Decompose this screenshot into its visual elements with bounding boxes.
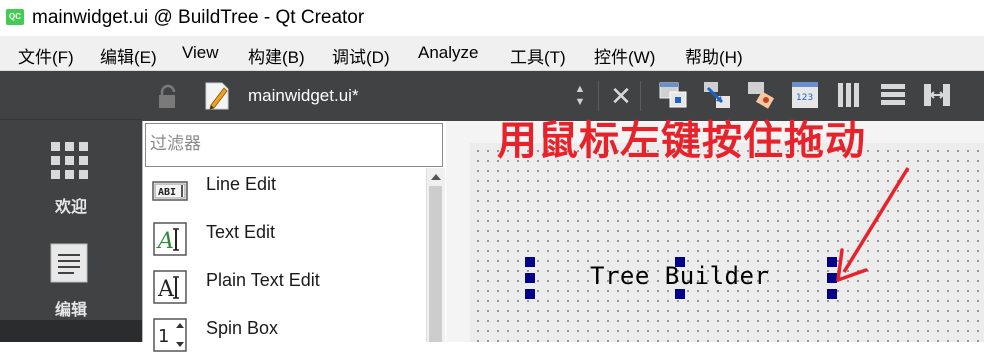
scrollbar-thumb[interactable]: [429, 186, 442, 342]
menu-help[interactable]: 帮助(H): [685, 43, 743, 68]
edit-document-icon: [50, 243, 88, 283]
layout-horizontal-icon[interactable]: [834, 80, 864, 110]
drag-instruction-annotation: 用鼠标左键按住拖动: [497, 119, 866, 163]
mode-edit-label: 编辑: [54, 302, 87, 319]
text-edit-icon: A: [153, 222, 187, 256]
open-document-name[interactable]: mainwidget.ui*: [248, 86, 359, 106]
plain-text-edit-icon: A: [153, 270, 187, 304]
up-down-arrows-icon[interactable]: ▲ ▼: [572, 83, 588, 111]
menu-debug[interactable]: 调试(D): [332, 43, 390, 68]
menu-controls[interactable]: 控件(W): [594, 43, 655, 68]
menu-file[interactable]: 文件(F): [18, 43, 74, 68]
welcome-grid-icon: [51, 142, 88, 179]
widget-item-label: Spin Box: [206, 318, 279, 338]
ui-file-icon: [205, 82, 229, 110]
widget-item-label: Line Edit: [206, 174, 277, 194]
toolbar-separator: [640, 81, 641, 111]
svg-text:A: A: [156, 229, 174, 254]
selection-handle-bottom-right[interactable]: [827, 289, 837, 299]
close-document-icon[interactable]: ✕: [608, 82, 634, 110]
red-arrow-icon: [836, 167, 910, 282]
layout-horizontal-splitter-icon[interactable]: [922, 80, 952, 110]
scroll-up-arrow-icon[interactable]: [431, 174, 441, 180]
layout-vertical-icon[interactable]: [878, 80, 908, 110]
edit-signals-slots-icon[interactable]: [702, 80, 732, 110]
qt-creator-app-icon: QC: [6, 9, 24, 25]
svg-text:ABI: ABI: [158, 187, 176, 198]
widget-item-label: Text Edit: [206, 222, 276, 242]
mode-welcome-label: 欢迎: [54, 199, 87, 216]
mode-selected-strip: [0, 320, 142, 342]
svg-text:1: 1: [158, 326, 169, 347]
edit-widgets-icon[interactable]: [658, 80, 688, 110]
widget-item-line-edit[interactable]: ABI Line Edit: [146, 168, 426, 216]
menu-view[interactable]: View: [182, 43, 219, 63]
line-edit-icon: ABI: [152, 181, 188, 201]
selection-handle-bottom-center[interactable]: [675, 289, 685, 299]
widget-filter-field[interactable]: [145, 123, 443, 167]
menu-build[interactable]: 构建(B): [248, 43, 305, 68]
form-label-widget[interactable]: Tree Builder: [590, 262, 769, 290]
widget-item-spin-box[interactable]: 1 Spin Box: [146, 312, 426, 360]
selection-handle-bottom-left[interactable]: [525, 289, 535, 299]
spin-box-icon: 1: [153, 318, 187, 352]
widget-item-plain-text-edit[interactable]: A Plain Text Edit: [146, 264, 426, 312]
widget-box-scrollbar[interactable]: [426, 168, 445, 342]
widget-filter-input[interactable]: [146, 124, 420, 164]
menu-edit[interactable]: 编辑(E): [100, 43, 157, 68]
widget-item-text-edit[interactable]: A Text Edit: [146, 216, 426, 264]
selection-handle-top-left[interactable]: [525, 257, 535, 267]
edit-buddies-icon[interactable]: [746, 80, 776, 110]
title-bar: QC mainwidget.ui @ BuildTree - Qt Creato…: [0, 0, 984, 36]
mode-edit-button[interactable]: 编辑: [0, 231, 142, 323]
mode-selector-bar: 欢迎 编辑: [0, 71, 142, 342]
menu-analyze[interactable]: Analyze: [418, 43, 478, 63]
widget-item-label: Plain Text Edit: [206, 270, 320, 290]
svg-text:123: 123: [796, 93, 813, 103]
edit-tab-order-icon[interactable]: 123: [790, 80, 820, 110]
toolbar-separator: [598, 81, 599, 111]
mode-bar-top-strip: [0, 71, 142, 120]
selection-handle-middle-left[interactable]: [525, 273, 535, 283]
mode-welcome-button[interactable]: 欢迎: [0, 131, 142, 223]
lock-icon[interactable]: [156, 84, 182, 110]
menu-tools[interactable]: 工具(T): [510, 43, 566, 68]
menu-bar: 文件(F) 编辑(E) View 构建(B) 调试(D) Analyze 工具(…: [0, 36, 984, 71]
svg-text:A: A: [157, 277, 175, 302]
window-title: mainwidget.ui @ BuildTree - Qt Creator: [32, 7, 365, 28]
